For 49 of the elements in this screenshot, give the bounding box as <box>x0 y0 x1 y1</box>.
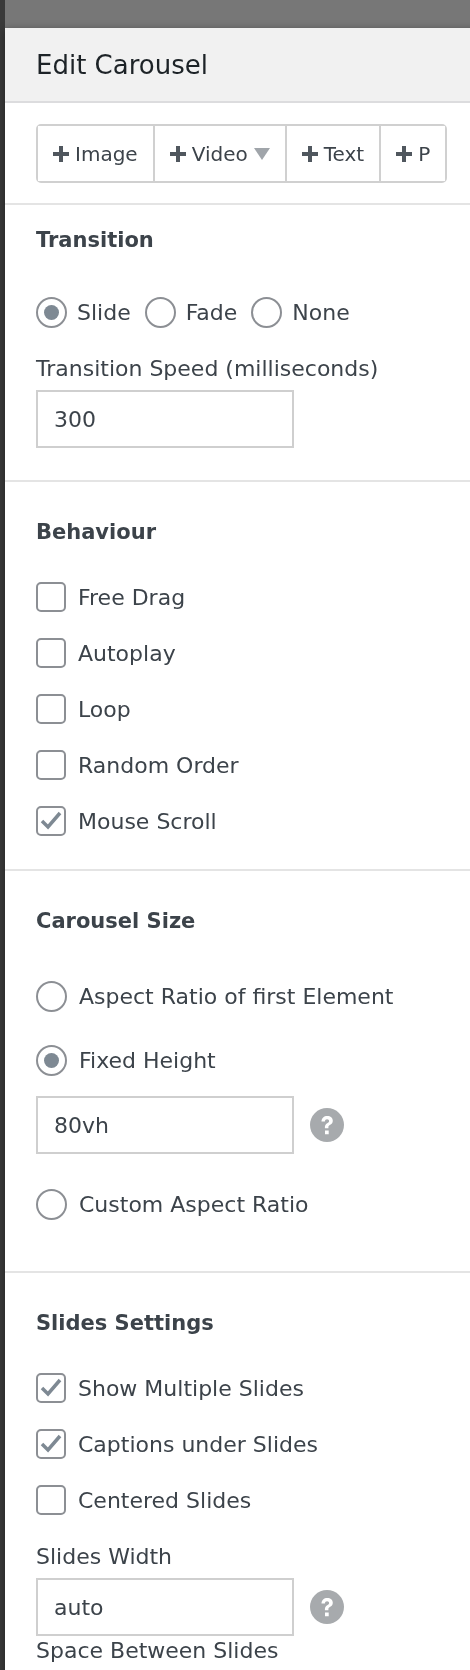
radio-button[interactable] <box>36 1044 67 1076</box>
checkbox-label: Free Drag <box>78 584 186 610</box>
section-heading: Carousel Size <box>36 909 197 933</box>
checkbox[interactable] <box>36 1485 66 1515</box>
radio-label: None <box>292 299 350 325</box>
checkbox-label: Random Order <box>78 752 239 778</box>
checkbox-label: Autoplay <box>78 640 176 666</box>
field-label: Transition Speed (milliseconds) <box>36 356 380 382</box>
radio-label: Custom Aspect Ratio <box>79 1191 309 1217</box>
checkbox-label: Mouse Scroll <box>78 808 217 834</box>
radio-button[interactable] <box>36 296 67 328</box>
checkbox-label: Centered Slides <box>78 1487 252 1513</box>
radio-label: Aspect Ratio of first Element <box>79 983 394 1009</box>
checkbox[interactable] <box>36 694 66 724</box>
checkbox[interactable] <box>36 806 66 836</box>
help-icon[interactable] <box>310 1108 344 1142</box>
plus-icon <box>169 145 186 162</box>
plus-icon <box>53 145 69 162</box>
checkbox[interactable] <box>36 1429 66 1459</box>
help-icon[interactable] <box>310 1590 344 1624</box>
input-field[interactable]: 80vh <box>36 1096 294 1154</box>
input-field[interactable]: 300 <box>36 390 294 448</box>
plus-icon <box>396 145 413 162</box>
radio-label: Slide <box>77 299 131 325</box>
section-heading: Transition <box>36 228 155 252</box>
plus-icon <box>301 145 318 162</box>
radio-label: Fixed Height <box>79 1047 216 1073</box>
section-heading: Behaviour <box>36 520 157 544</box>
checkbox[interactable] <box>36 1373 66 1403</box>
checkbox-label: Show Multiple Slides <box>78 1375 304 1401</box>
section-heading: Slides Settings <box>36 1311 215 1335</box>
check-icon <box>40 1434 62 1454</box>
checkbox[interactable] <box>36 750 66 780</box>
checkbox[interactable] <box>36 638 66 668</box>
radio-label: Fade <box>185 299 238 325</box>
field-label: Slides Width <box>36 1544 174 1570</box>
check-icon <box>40 1378 62 1398</box>
radio-button[interactable] <box>251 296 283 328</box>
checkbox-label: Captions under Slides <box>78 1431 318 1457</box>
input-field[interactable]: auto <box>36 1578 294 1636</box>
check-icon <box>40 811 62 831</box>
dialog-title: Edit Carousel <box>36 49 208 80</box>
add-button[interactable]: P <box>379 126 446 181</box>
checkbox-label: Loop <box>78 696 131 722</box>
radio-button[interactable] <box>144 296 176 328</box>
radio-button[interactable] <box>36 1188 67 1220</box>
radio-button[interactable] <box>36 980 67 1012</box>
checkbox[interactable] <box>36 582 66 612</box>
field-label: Space Between Slides <box>36 1638 280 1664</box>
